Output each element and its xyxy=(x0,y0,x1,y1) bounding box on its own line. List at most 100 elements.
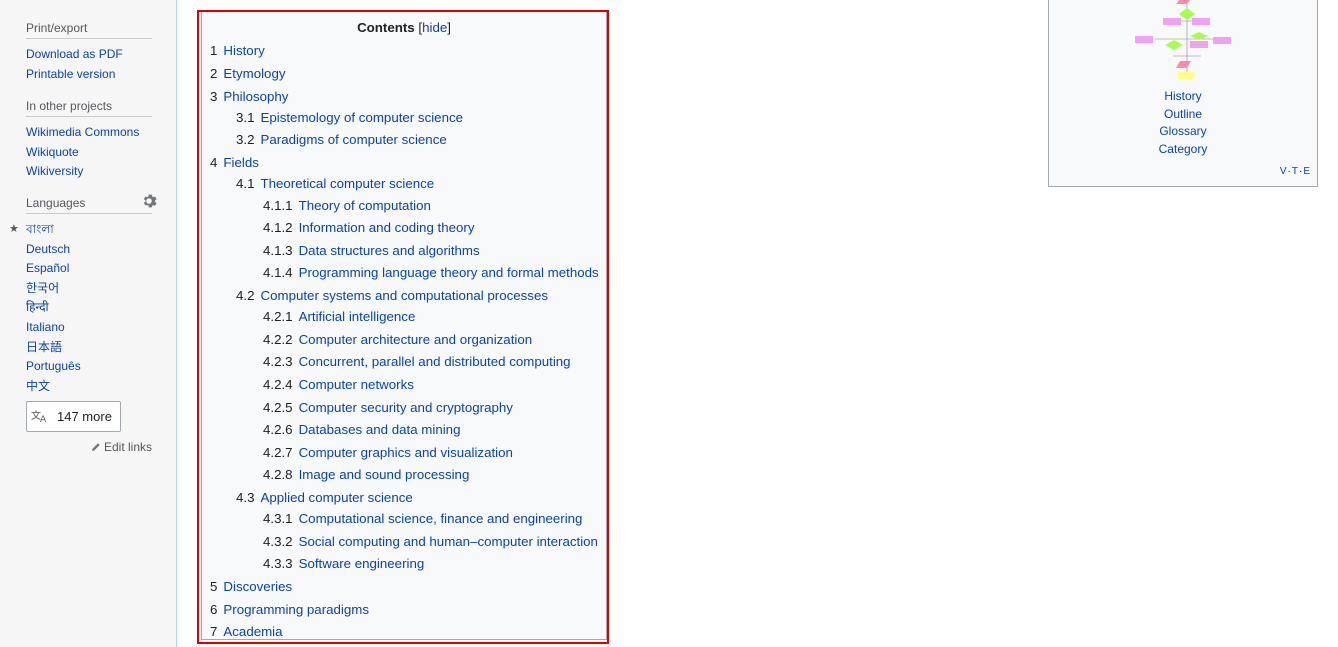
sidebar-item-lang[interactable]: Deutsch xyxy=(26,242,70,256)
toc-item[interactable]: 4.2.6 Databases and data mining xyxy=(263,421,460,439)
sidebar-item-lang[interactable]: Español xyxy=(26,261,69,275)
toc-item[interactable]: 4.1.2 Information and coding theory xyxy=(263,219,475,237)
toc-item-link[interactable]: History xyxy=(223,43,264,58)
toc-item-link[interactable]: Fields xyxy=(223,155,258,170)
sidebar-item-wikiquote[interactable]: Wikiquote xyxy=(26,145,79,159)
toc-item-link[interactable]: Computer systems and computational proce… xyxy=(261,288,549,303)
content-area: Contents [hide] 1 History 2 Etymology 3 Philo… xyxy=(176,0,1338,647)
toc-item-link[interactable]: Academia xyxy=(223,624,282,639)
toc-item-link[interactable]: Concurrent, parallel and distributed com… xyxy=(299,354,571,369)
toc-title: Contents [hide] xyxy=(357,20,451,35)
toc-item-link[interactable]: Programming language theory and formal m… xyxy=(299,265,599,280)
edit-links-link[interactable]: Edit links xyxy=(26,440,152,454)
sidebar-item-lang[interactable]: Português xyxy=(26,359,81,373)
toc-item-number: 1 xyxy=(210,43,218,58)
toc-item-number: 4.1.4 xyxy=(263,265,293,280)
toc-hide-link[interactable]: hide xyxy=(422,20,447,35)
toc-item-link[interactable]: Computational science, finance and engin… xyxy=(299,511,583,526)
navbox-link-outline[interactable]: Outline xyxy=(1164,107,1202,121)
toc-item[interactable]: 4 Fields xyxy=(210,154,259,172)
sidebar-item-lang[interactable]: Italiano xyxy=(26,320,65,334)
vte-talk-link[interactable]: T xyxy=(1292,166,1299,177)
toc-title-label: Contents xyxy=(357,20,415,35)
toc-item[interactable]: 5 Discoveries xyxy=(210,578,292,596)
sidebar-item-download-pdf[interactable]: Download as PDF xyxy=(26,47,123,61)
sidebar-item-lang[interactable]: বাংলা xyxy=(26,222,54,236)
sidebar-item-lang[interactable]: 한국어 xyxy=(26,281,59,295)
toc-item-link[interactable]: Social computing and human–computer inte… xyxy=(299,534,598,549)
toc-item[interactable]: 4.3 Applied computer science xyxy=(236,489,413,507)
sidebar: Print/export Download as PDF Printable v… xyxy=(0,0,176,647)
toc-item[interactable]: 6 Programming paradigms xyxy=(210,601,369,619)
toc-item[interactable]: 2 Etymology xyxy=(210,65,285,83)
toc-item-link[interactable]: Databases and data mining xyxy=(299,422,461,437)
toc-item[interactable]: 4.2 Computer systems and computational pr… xyxy=(236,287,548,305)
sidebar-item-wikiversity[interactable]: Wikiversity xyxy=(26,164,83,178)
toc-item[interactable]: 4.1 Theoretical computer science xyxy=(236,175,434,193)
toc-item[interactable]: 4.2.1 Artificial intelligence xyxy=(263,308,415,326)
toc-item-number: 6 xyxy=(210,602,218,617)
edit-links-label: Edit links xyxy=(103,440,152,454)
sidebar-item-lang[interactable]: हिन्दी xyxy=(26,300,49,314)
toc-item-link[interactable]: Software engineering xyxy=(299,556,425,571)
vte-edit-link[interactable]: E xyxy=(1303,166,1311,177)
navbox-link-glossary[interactable]: Glossary xyxy=(1159,124,1206,138)
toc-item-link[interactable]: Etymology xyxy=(223,66,285,81)
star-icon: ★ xyxy=(9,223,19,235)
sidebar-item-lang[interactable]: 日本語 xyxy=(26,340,62,354)
toc-item-number: 4.3.3 xyxy=(263,556,293,571)
toc-item-link[interactable]: Theoretical computer science xyxy=(261,176,435,191)
toc-item-link[interactable]: Discoveries xyxy=(223,579,292,594)
toc-item-number: 4.2.2 xyxy=(263,332,293,347)
toc-item-link[interactable]: Programming paradigms xyxy=(223,602,369,617)
gear-icon[interactable] xyxy=(141,193,157,209)
toc-item-number: 4 xyxy=(210,155,218,170)
toc-item[interactable]: 4.2.2 Computer architecture and organizat… xyxy=(263,331,532,349)
toc-item-link[interactable]: Theory of computation xyxy=(299,198,431,213)
toc-item[interactable]: 7 Academia xyxy=(210,623,283,641)
sidebar-item-wikimedia-commons[interactable]: Wikimedia Commons xyxy=(26,125,139,139)
table-of-contents: Contents [hide] 1 History 2 Etymology 3 Philo… xyxy=(201,10,607,640)
toc-item-link[interactable]: Computer networks xyxy=(299,377,414,392)
svg-text:A: A xyxy=(40,415,47,423)
toc-item[interactable]: 4.2.8 Image and sound processing xyxy=(263,466,469,484)
sidebar-item-lang[interactable]: 中文 xyxy=(26,379,50,393)
toc-item[interactable]: 4.3.1 Computational science, finance and … xyxy=(263,510,582,528)
vte-view-link[interactable]: V xyxy=(1280,166,1288,177)
navbox-link-category[interactable]: Category xyxy=(1159,142,1208,156)
toc-item[interactable]: 3.2 Paradigms of computer science xyxy=(236,131,447,149)
toc-item[interactable]: 1 History xyxy=(210,42,265,60)
toc-item[interactable]: 4.1.3 Data structures and algorithms xyxy=(263,242,480,260)
toc-item-link[interactable]: Computer graphics and visualization xyxy=(299,445,513,460)
toc-item-link[interactable]: Paradigms of computer science xyxy=(261,132,447,147)
toc-item-link[interactable]: Applied computer science xyxy=(261,490,413,505)
toc-item[interactable]: 4.2.4 Computer networks xyxy=(263,376,414,394)
portal-other-projects: In other projects Wikimedia Commons Wiki… xyxy=(26,99,152,182)
more-languages-button[interactable]: 文 A 147 more xyxy=(26,401,121,433)
toc-item-link[interactable]: Philosophy xyxy=(223,89,288,104)
toc-item-number: 4.1 xyxy=(236,176,255,191)
toc-item-number: 4.2.3 xyxy=(263,354,293,369)
toc-item-link[interactable]: Epistemology of computer science xyxy=(261,110,464,125)
toc-item-link[interactable]: Computer architecture and organization xyxy=(299,332,533,347)
toc-item[interactable]: 3 Philosophy xyxy=(210,88,288,106)
toc-item-number: 4.2.4 xyxy=(263,377,293,392)
toc-item[interactable]: 4.1.1 Theory of computation xyxy=(263,197,431,215)
toc-item[interactable]: 4.3.2 Social computing and human–computer… xyxy=(263,533,598,551)
toc-item[interactable]: 3.1 Epistemology of computer science xyxy=(236,109,463,127)
toc-item[interactable]: 4.3.3 Software engineering xyxy=(263,555,424,573)
portal-heading: In other projects xyxy=(26,99,152,117)
toc-item[interactable]: 4.2.5 Computer security and cryptography xyxy=(263,399,513,417)
toc-item[interactable]: 4.2.7 Computer graphics and visualization xyxy=(263,444,513,462)
toc-item-link[interactable]: Computer security and cryptography xyxy=(299,400,513,415)
toc-item[interactable]: 4.1.4 Programming language theory and for… xyxy=(263,264,599,282)
portal-languages: Languages ★ বাংলা Deutsch Español 한국어 हिन… xyxy=(9,194,157,433)
pencil-icon xyxy=(91,443,100,451)
toc-item-link[interactable]: Information and coding theory xyxy=(299,220,475,235)
toc-item[interactable]: 4.2.3 Concurrent, parallel and distribute… xyxy=(263,353,571,371)
sidebar-item-printable-version[interactable]: Printable version xyxy=(26,67,115,81)
toc-item-link[interactable]: Artificial intelligence xyxy=(299,309,416,324)
toc-item-link[interactable]: Image and sound processing xyxy=(299,467,470,482)
toc-item-link[interactable]: Data structures and algorithms xyxy=(299,243,480,258)
navbox-link-history[interactable]: History xyxy=(1164,89,1201,103)
